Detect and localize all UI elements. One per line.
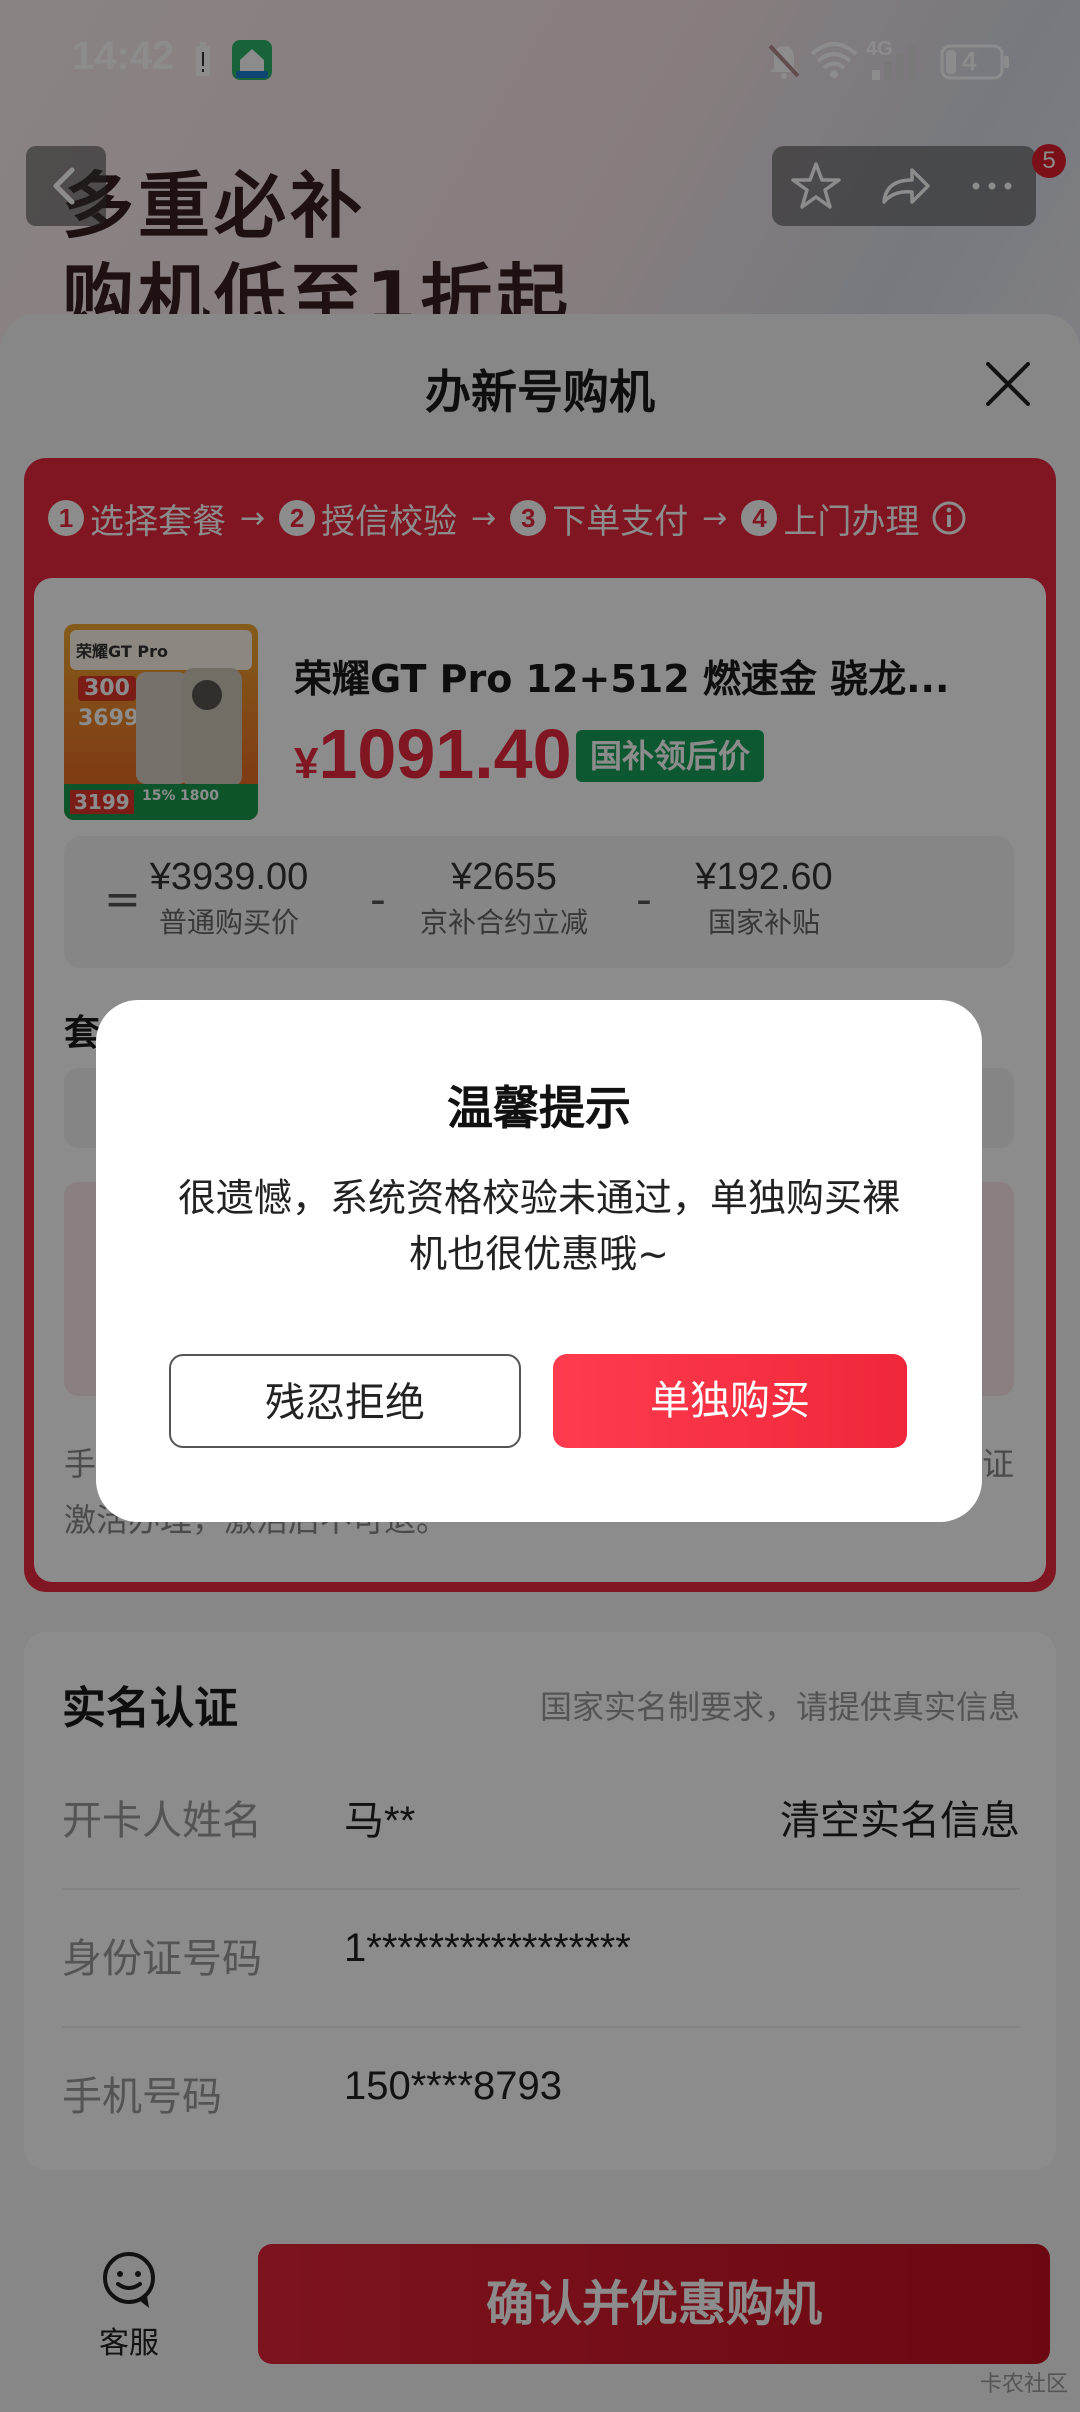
watermark: 卡农社区	[980, 2372, 1069, 2397]
warning-dialog: 温馨提示 很遗憾，系统资格校验未通过，单独购买裸机也很优惠哦~ 残忍拒绝 单独购…	[96, 1000, 982, 1522]
app-root: 多重必补 购机低至1折起 14:42 4G 4 5 办新号购机 1 选择套餐 →…	[0, 0, 1080, 2412]
dialog-title: 温馨提示	[447, 1081, 631, 1135]
dialog-message: 很遗憾，系统资格校验未通过，单独购买裸机也很优惠哦~	[177, 1176, 900, 1276]
buy-alone-button[interactable]: 单独购买	[553, 1354, 907, 1448]
reject-button[interactable]: 残忍拒绝	[169, 1354, 521, 1448]
